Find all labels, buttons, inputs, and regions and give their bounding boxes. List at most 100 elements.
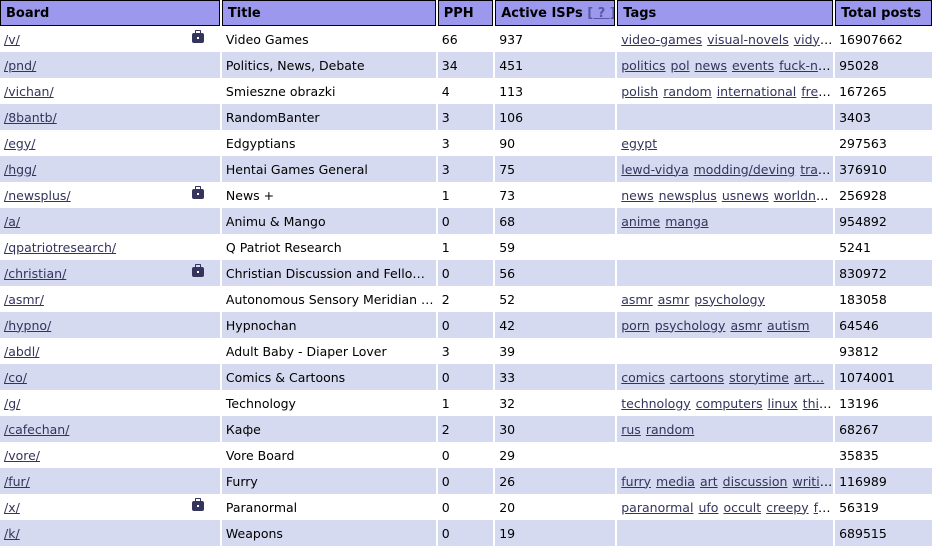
tag-link[interactable]: porn [621,318,649,333]
board-link[interactable]: /vore/ [4,448,40,463]
table-row: /hypno/Hypnochan 0 42 porn psychology asmr aut… [0,312,932,338]
posts-per-hour: 0 [437,520,494,546]
board-title: News + [221,182,436,208]
board-link[interactable]: /christian/ [4,266,66,281]
table-row: /g/Technology 1 32 technology computers linux… [0,390,932,416]
tag-link[interactable]: writi… [792,474,832,489]
tags-cell: anime manga [617,208,834,234]
board-cell: /christian/ [0,260,220,286]
tag-link[interactable]: visual-novels [707,32,789,47]
tag-link[interactable]: politics [621,58,665,73]
tag-link[interactable]: tran… [800,162,833,177]
tag-link[interactable]: lewd-vidya [621,162,688,177]
tag-link[interactable]: vidy… [794,32,833,47]
tag-link[interactable]: art [700,474,718,489]
tag-link[interactable]: storytime [729,370,789,385]
tag-link[interactable]: creepy [766,500,808,515]
tag-link[interactable]: paranormal [621,500,693,515]
tag-link[interactable]: fr… [814,500,834,515]
column-header-tags[interactable]: Tags [617,0,834,26]
tag-link[interactable]: computers [696,396,763,411]
tag-link[interactable]: asmr [621,292,653,307]
posts-per-hour: 34 [437,52,494,78]
tag-link[interactable]: modding/deving [694,162,796,177]
tag-link[interactable]: anime [621,214,660,229]
tags-cell: furry media art discussion writi… [617,468,834,494]
board-title: Weapons [221,520,436,546]
board-link[interactable]: /8bantb/ [4,110,57,125]
board-cell: /cafechan/ [0,416,220,442]
tag-link[interactable]: random [646,422,694,437]
tag-link[interactable]: ufo [698,500,718,515]
tag-link[interactable]: comics [621,370,665,385]
column-header-total-posts[interactable]: Total posts [835,0,932,26]
board-cell: /hgg/ [0,156,220,182]
board-link[interactable]: /qpatriotresearch/ [4,240,116,255]
board-link[interactable]: /co/ [4,370,27,385]
board-link[interactable]: /pnd/ [4,58,36,73]
board-link[interactable]: /fur/ [4,474,30,489]
tag-link[interactable]: pol [671,58,690,73]
total-posts: 297563 [835,130,932,156]
tag-link[interactable]: art… [794,370,824,385]
active-isps-help-link[interactable]: [ ? ] [587,6,614,21]
active-isps-count: 29 [495,442,616,468]
tag-link[interactable]: fre… [801,84,830,99]
tag-link[interactable]: fuck-n… [779,58,830,73]
board-link[interactable]: /x/ [4,500,20,515]
tag-link[interactable]: random [663,84,711,99]
active-isps-count: 937 [495,26,616,52]
board-link[interactable]: /egy/ [4,136,35,151]
tag-link[interactable]: newsplus [659,188,717,203]
column-header-pph[interactable]: PPH [437,0,494,26]
tag-link[interactable]: occult [723,500,761,515]
board-link[interactable]: /g/ [4,396,20,411]
tag-link[interactable]: asmr [730,318,762,333]
board-cell: /x/ [0,494,220,520]
active-isps-count: 451 [495,52,616,78]
board-link[interactable]: /newsplus/ [4,188,71,203]
tag-link[interactable]: asmr [658,292,690,307]
board-link[interactable]: /abdl/ [4,344,39,359]
tag-link[interactable]: media [656,474,695,489]
tag-link[interactable]: discussion [723,474,788,489]
tag-link[interactable]: video-games [621,32,702,47]
tag-link[interactable]: furry [621,474,651,489]
board-link[interactable]: /a/ [4,214,20,229]
board-cell: /hypno/ [0,312,220,338]
tag-link[interactable]: cartoons [670,370,724,385]
tag-link[interactable]: news [621,188,653,203]
tag-link[interactable]: international [717,84,797,99]
board-link[interactable]: /asmr/ [4,292,44,307]
tag-link[interactable]: rus [621,422,641,437]
column-header-active-isps[interactable]: Active ISPs [ ? ] [495,0,616,26]
tag-link[interactable]: psychology [694,292,765,307]
tag-link[interactable]: autism [767,318,810,333]
tag-link[interactable]: thi… [803,396,832,411]
tag-link[interactable]: events [732,58,774,73]
total-posts: 35835 [835,442,932,468]
column-header-board[interactable]: Board [0,0,220,26]
posts-per-hour: 3 [437,338,494,364]
total-posts: 13196 [835,390,932,416]
tag-link[interactable]: technology [621,396,690,411]
tag-link[interactable]: polish [621,84,658,99]
tag-link[interactable]: manga [665,214,708,229]
board-link[interactable]: /hgg/ [4,162,36,177]
board-link[interactable]: /vichan/ [4,84,54,99]
total-posts: 5241 [835,234,932,260]
tag-link[interactable]: usnews [722,188,769,203]
board-link[interactable]: /k/ [4,526,20,541]
tag-link[interactable]: worldn… [774,188,829,203]
board-link[interactable]: /hypno/ [4,318,51,333]
table-row: /x/Paranormal 0 20 paranormal ufo occult creep… [0,494,932,520]
tag-link[interactable]: egypt [621,136,657,151]
tag-link[interactable]: psychology [655,318,726,333]
active-isps-label: Active ISPs [501,5,583,21]
tag-link[interactable]: linux [767,396,797,411]
board-link[interactable]: /cafechan/ [4,422,69,437]
tag-link[interactable]: news [695,58,727,73]
board-link[interactable]: /v/ [4,32,20,47]
active-isps-count: 42 [495,312,616,338]
column-header-title[interactable]: Title [221,0,436,26]
